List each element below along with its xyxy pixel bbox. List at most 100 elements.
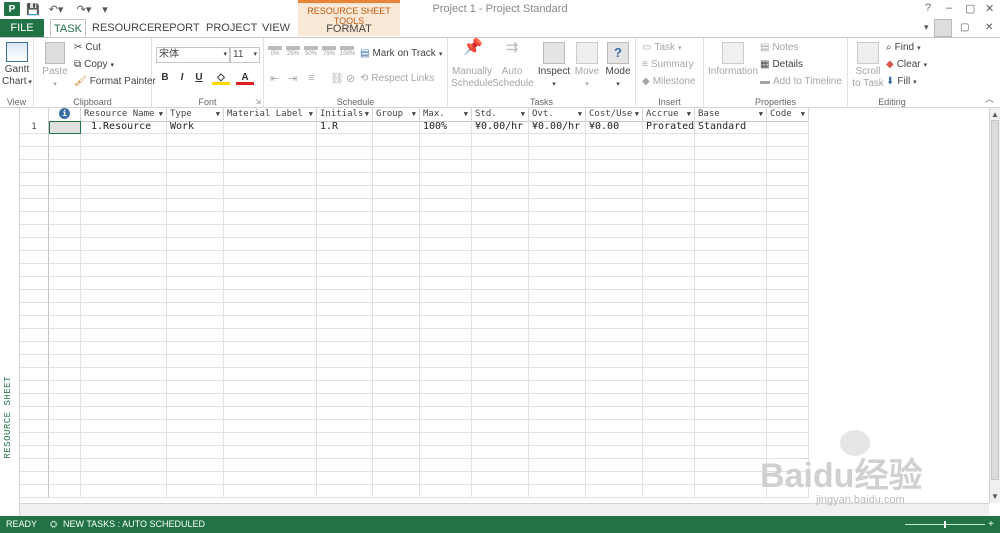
- table-cell[interactable]: [529, 290, 586, 303]
- table-cell[interactable]: [420, 251, 472, 264]
- table-cell[interactable]: [767, 355, 809, 368]
- row-number[interactable]: [20, 420, 49, 433]
- table-cell[interactable]: [695, 446, 767, 459]
- table-cell[interactable]: [529, 147, 586, 160]
- table-cell[interactable]: [643, 420, 695, 433]
- table-cell[interactable]: [81, 173, 167, 186]
- table-cell[interactable]: [586, 173, 643, 186]
- table-cell[interactable]: [586, 225, 643, 238]
- column-header-material-label[interactable]: Material Label ▼: [224, 108, 317, 122]
- table-cell[interactable]: [167, 199, 224, 212]
- table-cell[interactable]: [81, 225, 167, 238]
- table-cell[interactable]: [529, 381, 586, 394]
- table-cell[interactable]: [586, 160, 643, 173]
- table-cell[interactable]: [472, 394, 529, 407]
- table-cell[interactable]: [373, 264, 420, 277]
- table-cell[interactable]: [373, 134, 420, 147]
- table-cell[interactable]: [586, 420, 643, 433]
- pct-50-button[interactable]: 50%: [304, 46, 318, 57]
- tab-report[interactable]: REPORT: [154, 19, 200, 37]
- table-cell[interactable]: [317, 225, 373, 238]
- table-cell[interactable]: [695, 485, 767, 498]
- table-cell[interactable]: [373, 407, 420, 420]
- table-cell[interactable]: [767, 134, 809, 147]
- table-cell[interactable]: [767, 381, 809, 394]
- table-cell[interactable]: [586, 433, 643, 446]
- row-number[interactable]: [20, 264, 49, 277]
- table-cell[interactable]: [373, 394, 420, 407]
- table-cell[interactable]: [472, 368, 529, 381]
- table-cell[interactable]: [224, 290, 317, 303]
- table-cell[interactable]: [81, 342, 167, 355]
- vertical-scrollbar[interactable]: ▲ ▼: [989, 108, 1000, 503]
- table-cell[interactable]: [317, 277, 373, 290]
- table-cell[interactable]: [317, 433, 373, 446]
- table-cell[interactable]: [224, 420, 317, 433]
- table-cell[interactable]: [529, 394, 586, 407]
- table-cell[interactable]: [586, 251, 643, 264]
- row-number[interactable]: 1: [20, 121, 49, 134]
- table-cell[interactable]: [81, 485, 167, 498]
- row-number[interactable]: [20, 277, 49, 290]
- table-cell[interactable]: [373, 303, 420, 316]
- table-cell[interactable]: [586, 264, 643, 277]
- row-number[interactable]: [20, 459, 49, 472]
- table-cell[interactable]: [49, 381, 81, 394]
- table-cell[interactable]: [643, 472, 695, 485]
- table-cell[interactable]: [81, 134, 167, 147]
- table-cell[interactable]: [49, 186, 81, 199]
- row-number[interactable]: [20, 160, 49, 173]
- table-cell[interactable]: [167, 485, 224, 498]
- column-header-type[interactable]: Type ▼: [167, 108, 224, 122]
- table-cell-info[interactable]: [49, 121, 81, 134]
- table-cell[interactable]: [224, 225, 317, 238]
- row-number[interactable]: [20, 173, 49, 186]
- table-cell[interactable]: [317, 394, 373, 407]
- tab-file[interactable]: FILE: [0, 19, 44, 37]
- table-cell-accrue[interactable]: Prorated: [643, 121, 695, 134]
- table-cell[interactable]: [695, 355, 767, 368]
- table-cell[interactable]: [167, 433, 224, 446]
- table-cell[interactable]: [81, 277, 167, 290]
- table-cell[interactable]: [167, 472, 224, 485]
- table-cell[interactable]: [317, 485, 373, 498]
- table-cell[interactable]: [373, 355, 420, 368]
- table-cell[interactable]: [529, 186, 586, 199]
- table-cell[interactable]: [81, 212, 167, 225]
- table-cell[interactable]: [472, 459, 529, 472]
- table-cell[interactable]: [49, 316, 81, 329]
- table-cell[interactable]: [643, 407, 695, 420]
- table-cell[interactable]: [529, 212, 586, 225]
- table-cell[interactable]: [317, 160, 373, 173]
- table-cell[interactable]: [420, 446, 472, 459]
- table-cell[interactable]: [420, 485, 472, 498]
- table-cell[interactable]: [81, 303, 167, 316]
- table-cell[interactable]: [224, 394, 317, 407]
- details-button[interactable]: ▦ Details: [760, 59, 803, 70]
- table-cell[interactable]: [49, 225, 81, 238]
- table-cell[interactable]: [420, 407, 472, 420]
- table-cell[interactable]: [529, 303, 586, 316]
- table-cell[interactable]: [373, 238, 420, 251]
- table-cell[interactable]: [373, 277, 420, 290]
- table-cell[interactable]: [472, 238, 529, 251]
- table-cell[interactable]: [317, 407, 373, 420]
- table-cell[interactable]: [529, 264, 586, 277]
- table-cell[interactable]: [224, 329, 317, 342]
- table-cell[interactable]: [224, 316, 317, 329]
- table-cell[interactable]: [472, 212, 529, 225]
- table-cell[interactable]: [81, 290, 167, 303]
- table-cell[interactable]: [586, 212, 643, 225]
- row-number[interactable]: [20, 407, 49, 420]
- table-cell[interactable]: [586, 394, 643, 407]
- table-cell[interactable]: [81, 433, 167, 446]
- table-cell[interactable]: [695, 316, 767, 329]
- table-cell[interactable]: [373, 173, 420, 186]
- table-cell[interactable]: [420, 160, 472, 173]
- window-close-doc[interactable]: ✕: [985, 22, 993, 33]
- table-cell[interactable]: [695, 277, 767, 290]
- table-cell[interactable]: [472, 199, 529, 212]
- row-number[interactable]: [20, 472, 49, 485]
- table-cell[interactable]: [224, 238, 317, 251]
- table-cell[interactable]: [373, 342, 420, 355]
